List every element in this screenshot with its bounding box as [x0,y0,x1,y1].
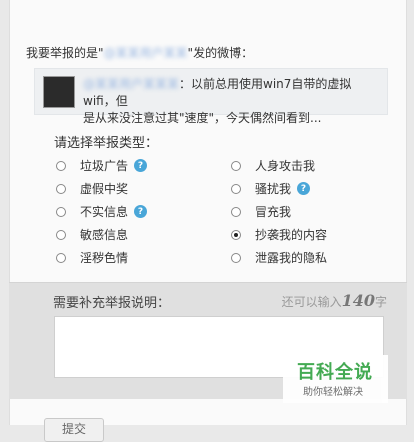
radio-button-selected[interactable] [231,229,241,240]
counter-prefix: 还可以输入 [281,295,342,309]
option-false-info[interactable]: 不实信息 ? [56,203,148,220]
report-type-title: 请选择举报类型： [54,136,159,151]
report-target: 我要举报的是"@某某用户某某"发的微博： [26,44,386,61]
option-label: 抄袭我的内容 [255,228,328,242]
option-label: 人身攻击我 [255,159,316,173]
radio-button[interactable] [56,229,66,240]
option-label: 泄露我的隐私 [255,251,328,265]
radio-button[interactable] [231,206,241,217]
option-label: 垃圾广告 [80,159,129,173]
quoted-weibo-text: @某某用户某某某：以前总用使用win7自带的虚拟wifi，但 是从来没注意过其"… [83,76,383,127]
radio-button[interactable] [231,160,241,171]
help-icon[interactable]: ? [297,182,311,195]
option-impersonation[interactable]: 冒充我 [231,203,291,220]
option-plagiarism[interactable]: 抄袭我的内容 [231,226,327,243]
option-spam-ad[interactable]: 垃圾广告 ? [56,157,148,174]
supplement-label: 需要补充举报说明： [53,296,171,311]
option-label: 敏感信息 [80,228,129,242]
report-suffix: "发的微博： [187,46,254,60]
quote-line2: 是从来没注意过其"速度"，今天偶然间看到... [83,111,322,125]
option-personal-attack[interactable]: 人身攻击我 [231,157,315,174]
radio-button[interactable] [56,160,66,171]
option-label: 淫秽色情 [80,251,129,265]
option-sensitive-info[interactable]: 敏感信息 [56,226,128,243]
radio-button[interactable] [56,252,66,263]
radio-button[interactable] [231,183,241,194]
watermark-main: 百科全说 [297,362,373,383]
option-pornography[interactable]: 淫秽色情 [56,249,128,266]
help-icon[interactable]: ? [134,159,148,172]
radio-button[interactable] [56,206,66,217]
quoted-user-name: @某某用户某某某 [83,77,180,91]
counter-number: 140 [341,291,375,310]
option-privacy-leak[interactable]: 泄露我的隐私 [231,249,327,266]
help-icon[interactable]: ? [134,205,148,218]
submit-button[interactable]: 提交 [44,418,104,442]
option-fake-prize[interactable]: 虚假中奖 [56,180,128,197]
char-counter: 还可以输入140字 [282,291,387,310]
avatar [43,76,75,108]
option-label: 冒充我 [255,205,292,219]
option-harassment[interactable]: 骚扰我 ? [231,180,311,197]
radio-button[interactable] [56,183,66,194]
watermark-sub: 助你轻松解决 [303,387,363,398]
radio-button[interactable] [231,252,241,263]
quoted-weibo: @某某用户某某某：以前总用使用win7自带的虚拟wifi，但 是从来没注意过其"… [34,68,388,125]
counter-suffix: 字 [374,295,387,309]
option-label: 骚扰我 [255,182,292,196]
option-label: 不实信息 [80,205,129,219]
option-label: 虚假中奖 [80,182,129,196]
watermark-logo: 百科全说 助你轻松解决 [283,355,388,403]
report-prefix: 我要举报的是" [26,46,104,60]
reported-user-name: @某某用户某某 [103,46,188,60]
